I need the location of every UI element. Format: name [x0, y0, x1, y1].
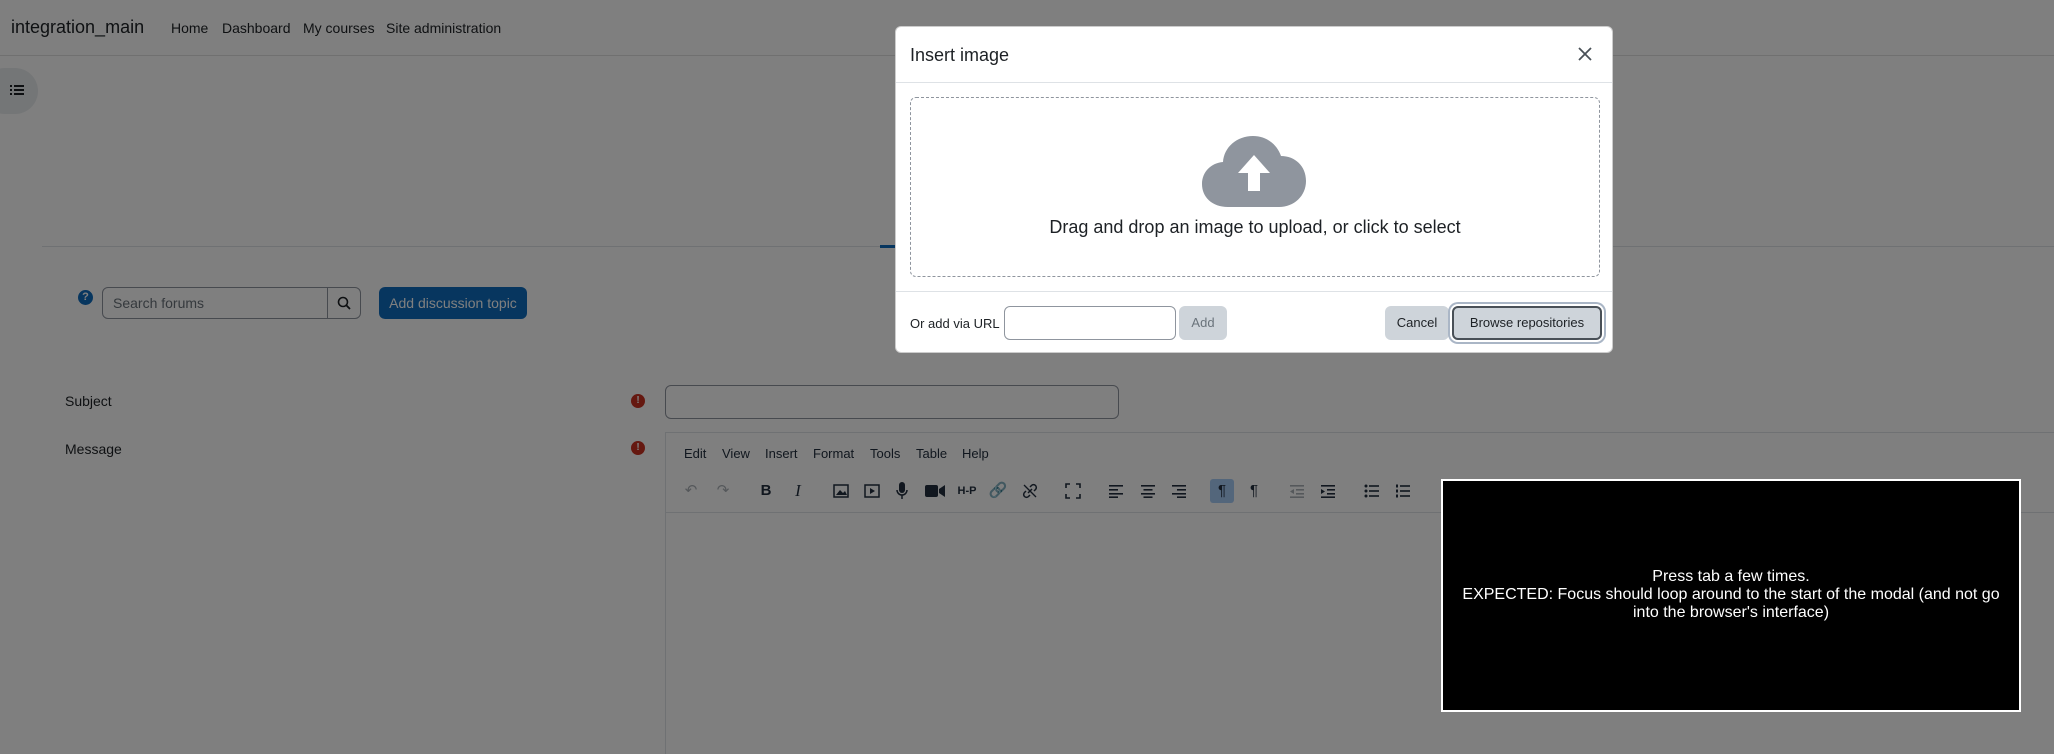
modal-header-divider — [896, 82, 1612, 83]
cloud-upload-icon — [1202, 136, 1306, 207]
modal-footer-divider — [896, 291, 1612, 292]
cancel-button[interactable]: Cancel — [1385, 306, 1449, 340]
url-label: Or add via URL — [910, 316, 1000, 331]
close-button[interactable] — [1573, 42, 1597, 66]
instruction-line-1: Press tab a few times. — [1652, 568, 1810, 585]
close-icon — [1578, 47, 1592, 61]
image-url-input[interactable] — [1004, 306, 1176, 340]
instruction-line-2: EXPECTED: Focus should loop around to th… — [1462, 586, 2000, 621]
dropzone-text: Drag and drop an image to upload, or cli… — [1049, 217, 1461, 237]
browse-repositories-button[interactable]: Browse repositories — [1452, 306, 1602, 340]
insert-image-modal: Insert image Drag and drop an image to u… — [895, 26, 1613, 353]
modal-title: Insert image — [910, 45, 1010, 65]
test-instructions-panel: Press tab a few times. EXPECTED: Focus s… — [1441, 479, 2021, 712]
image-dropzone[interactable]: Drag and drop an image to upload, or cli… — [910, 97, 1600, 277]
add-url-button[interactable]: Add — [1179, 306, 1227, 340]
